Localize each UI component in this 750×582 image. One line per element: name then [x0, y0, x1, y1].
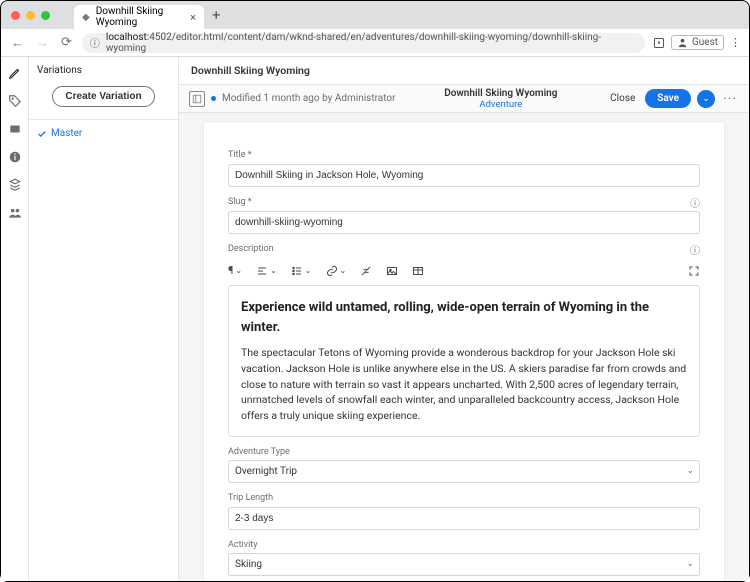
tree-icon[interactable]: [7, 177, 23, 193]
install-app-icon[interactable]: [653, 37, 665, 49]
rte-table-button[interactable]: [412, 265, 424, 277]
content-form: Title * Slug *ⓘ Descriptionⓘ ¶ ⌄ ⌄ ⌄ ⌄: [203, 121, 725, 581]
profile-button[interactable]: Guest: [671, 35, 724, 50]
content-type-link[interactable]: Adventure: [479, 99, 522, 110]
reload-button[interactable]: ⟳: [59, 35, 74, 50]
save-button[interactable]: Save: [645, 89, 691, 108]
profile-label: Guest: [692, 37, 718, 48]
rte-list-button[interactable]: ⌄: [291, 265, 312, 277]
modified-text: Modified 1 month ago by Administrator: [222, 93, 396, 104]
close-window-icon[interactable]: [11, 11, 20, 20]
status-right: Close Save ⌄ ···: [606, 89, 739, 108]
page-header: Downhill Skiing Wyoming: [179, 57, 749, 85]
adventure-type-label: Adventure Type: [228, 447, 700, 457]
rte-align-button[interactable]: ⌄: [256, 265, 277, 277]
tag-icon[interactable]: [7, 93, 23, 109]
variations-panel: Variations Create Variation Master: [29, 57, 179, 581]
title-input[interactable]: [228, 164, 700, 187]
rte-editor[interactable]: Experience wild untamed, rolling, wide-o…: [228, 285, 700, 437]
description-label: Descriptionⓘ: [228, 244, 700, 254]
rte-body: The spectacular Tetons of Wyoming provid…: [241, 345, 687, 424]
back-button[interactable]: ←: [9, 35, 26, 51]
editor-main: Downhill Skiing Wyoming Modified 1 month…: [179, 57, 749, 581]
adventure-type-select[interactable]: Overnight Trip ⌄: [228, 460, 700, 483]
chevron-down-icon: ⌄: [686, 559, 694, 569]
close-tab-icon[interactable]: ×: [190, 11, 196, 24]
zoom-window-icon[interactable]: [41, 11, 50, 20]
url-host: localhost: [106, 32, 147, 43]
rte-toolbar: ¶ ⌄ ⌄ ⌄ ⌄: [228, 262, 700, 279]
rte-paragraph-button[interactable]: ¶ ⌄: [228, 264, 242, 277]
more-actions-button[interactable]: ···: [721, 91, 739, 107]
favicon: ◆: [82, 12, 90, 23]
create-variation-button[interactable]: Create Variation: [52, 86, 154, 107]
status-bar: Modified 1 month ago by Administrator Do…: [179, 85, 749, 113]
window-controls: [1, 11, 50, 20]
adventure-type-value: Overnight Trip: [228, 460, 700, 483]
tab-title: Downhill Skiing Wyoming: [96, 6, 184, 28]
title-label: Title *: [228, 150, 700, 160]
side-panel-toggle-icon[interactable]: [189, 91, 205, 107]
divider: [29, 119, 178, 120]
modified-indicator-icon: [211, 96, 216, 101]
status-left: Modified 1 month ago by Administrator: [189, 91, 396, 107]
checkmark-icon: [37, 129, 47, 139]
slug-info-icon[interactable]: ⓘ: [690, 195, 700, 210]
new-tab-button[interactable]: +: [204, 6, 229, 24]
app: Variations Create Variation Master Downh…: [1, 57, 749, 581]
activity-value: Skiing: [228, 553, 700, 576]
variation-master[interactable]: Master: [37, 128, 170, 139]
rte-link-button[interactable]: ⌄: [326, 265, 347, 277]
rte-image-button[interactable]: [386, 265, 398, 277]
edit-icon[interactable]: [7, 65, 23, 81]
save-menu-button[interactable]: ⌄: [697, 90, 715, 108]
info-icon[interactable]: [7, 149, 23, 165]
minimize-window-icon[interactable]: [26, 11, 35, 20]
slug-input[interactable]: [228, 211, 700, 234]
macos-titlebar: ◆ Downhill Skiing Wyoming × +: [1, 1, 749, 29]
rte-heading: Experience wild untamed, rolling, wide-o…: [241, 298, 687, 337]
breadcrumb: Downhill Skiing Wyoming: [404, 88, 599, 99]
variations-title: Variations: [37, 65, 170, 76]
associated-icon[interactable]: [7, 205, 23, 221]
forward-button[interactable]: →: [34, 35, 51, 51]
trip-length-label: Trip Length: [228, 493, 700, 503]
description-info-icon[interactable]: ⓘ: [690, 242, 700, 257]
status-center: Downhill Skiing Wyoming Adventure: [404, 88, 599, 110]
url-path: :4502/editor.html/content/dam/wknd-share…: [106, 32, 601, 54]
activity-label: Activity: [228, 540, 700, 550]
address-bar[interactable]: ⓘ localhost:4502/editor.html/content/dam…: [82, 33, 645, 53]
rte-unlink-button[interactable]: [360, 265, 372, 277]
chevron-down-icon: ⌄: [686, 466, 694, 476]
slug-label: Slug *ⓘ: [228, 197, 700, 207]
master-label: Master: [51, 128, 82, 139]
activity-select[interactable]: Skiing ⌄: [228, 553, 700, 576]
page-title: Downhill Skiing Wyoming: [191, 64, 310, 77]
browser-menu-icon[interactable]: ⋮: [730, 36, 741, 49]
trip-length-input[interactable]: [228, 507, 700, 530]
left-rail: [1, 57, 29, 581]
browser-toolbar: ← → ⟳ ⓘ localhost:4502/editor.html/conte…: [1, 29, 749, 57]
rte-fullscreen-button[interactable]: [688, 265, 700, 277]
form-canvas[interactable]: Title * Slug *ⓘ Descriptionⓘ ¶ ⌄ ⌄ ⌄ ⌄: [179, 113, 749, 581]
close-button[interactable]: Close: [606, 93, 639, 104]
site-info-icon[interactable]: ⓘ: [90, 35, 100, 50]
assets-icon[interactable]: [7, 121, 23, 137]
browser-tab[interactable]: ◆ Downhill Skiing Wyoming ×: [74, 5, 204, 29]
browser-right-actions: Guest ⋮: [653, 35, 741, 50]
